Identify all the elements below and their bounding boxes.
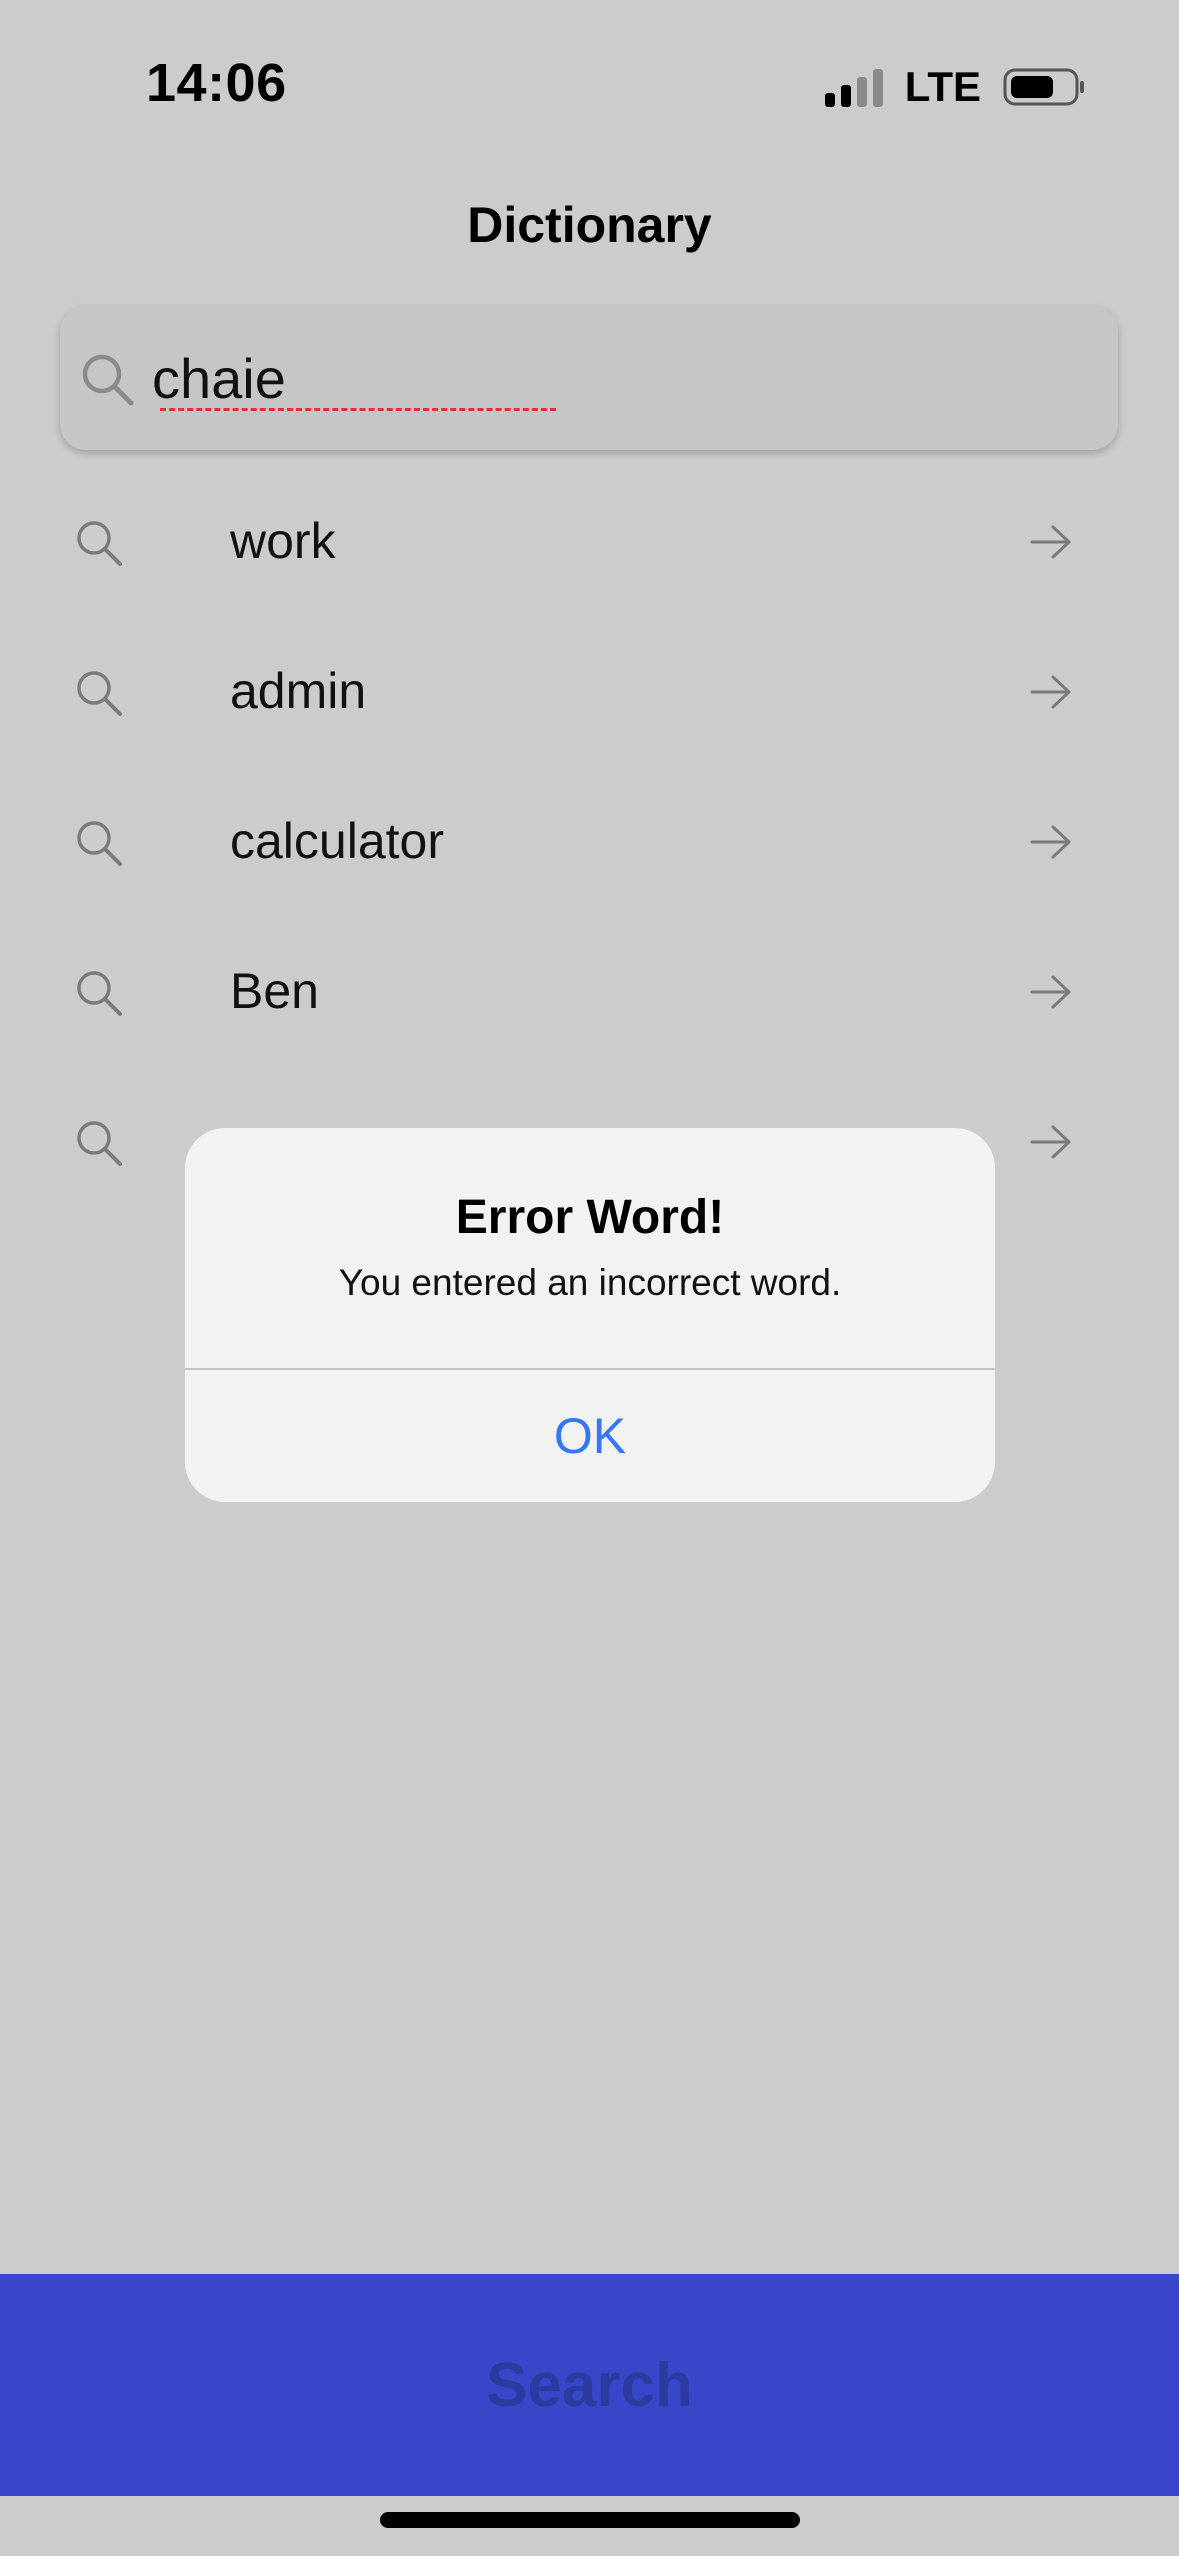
search-icon [77,821,122,866]
arrow-right-icon [1030,675,1071,709]
status-time: 14:06 [146,53,287,113]
search-input[interactable]: chaie [60,306,1118,450]
home-indicator[interactable] [380,2512,800,2528]
arrow-right-icon [1030,525,1071,559]
search-icon [77,521,122,566]
suggestion-label: admin [230,663,367,719]
alert-title: Error Word! [455,1191,725,1244]
suggestion-label: Ben [230,963,319,1019]
spell-error-underline [160,408,556,411]
page-title: Dictionary [467,197,712,253]
suggestion-item-ben[interactable]: Ben [0,918,1179,1068]
suggestion-label: calculator [230,813,444,869]
arrow-right-icon [1030,1125,1071,1159]
status-indicators: LTE [824,60,1085,114]
search-icon [77,671,122,716]
search-icon [77,971,122,1016]
error-alert-dialog: Error Word! You entered an incorrect wor… [185,1128,995,1502]
arrow-right-icon [1030,975,1071,1009]
suggestion-label: work [230,513,336,569]
suggestion-item-calculator[interactable]: calculator [0,768,1179,918]
battery-icon [1003,68,1084,106]
suggestion-item-work[interactable]: work [0,468,1179,618]
dictionary-screen: 14:06 LTE Dictionary chaie work admin ca… [0,0,1179,2556]
network-label: LTE [904,63,981,110]
search-input-value[interactable]: chaie [152,346,286,411]
search-icon [82,354,134,406]
alert-message: You entered an incorrect word. [338,1262,842,1303]
suggestion-item-admin[interactable]: admin [0,618,1179,768]
alert-ok-button[interactable]: OK [185,1370,995,1502]
search-icon [77,1121,122,1166]
arrow-right-icon [1030,825,1071,859]
search-button[interactable]: Search [0,2274,1179,2496]
signal-bars-icon [824,67,883,107]
suggestion-list: work admin calculator Ben [0,468,1179,1218]
